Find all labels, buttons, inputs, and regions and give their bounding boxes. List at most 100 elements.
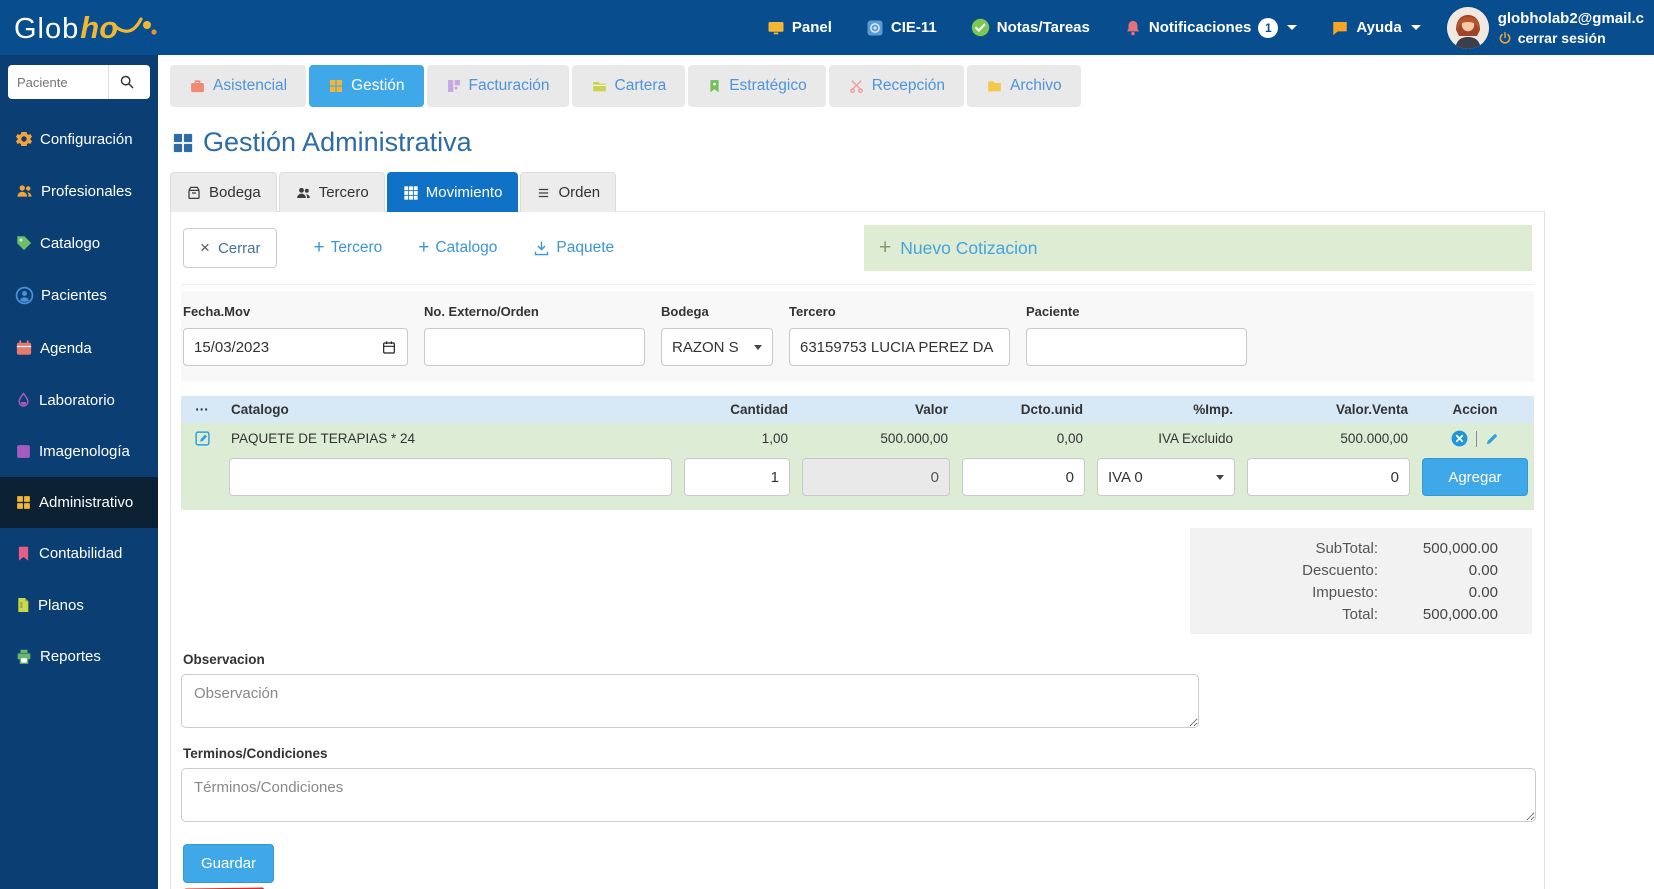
- new-valor-input: [802, 458, 950, 496]
- close-icon: ×: [200, 238, 210, 257]
- sidebar-item-contabilidad[interactable]: Contabilidad: [0, 528, 158, 579]
- tab-facturacion[interactable]: Facturación: [426, 65, 569, 107]
- sidebar-item-label: Laboratorio: [39, 391, 115, 409]
- no-externo-input[interactable]: [424, 328, 645, 366]
- bodega-select[interactable]: RAZON S: [661, 328, 773, 366]
- new-cantidad-input[interactable]: [684, 458, 790, 496]
- field-paciente: Paciente: [1026, 304, 1247, 366]
- sidebar-item-laboratorio[interactable]: Laboratorio: [0, 374, 158, 426]
- paciente-input[interactable]: [1026, 328, 1247, 366]
- sidebar-item-planos[interactable]: Planos: [0, 579, 158, 631]
- agregar-button[interactable]: Agregar: [1422, 458, 1528, 496]
- tab-cartera[interactable]: Cartera: [571, 65, 686, 107]
- sidebar-item-pacientes[interactable]: Pacientes: [0, 269, 158, 322]
- logout-button[interactable]: cerrar sesión: [1498, 30, 1644, 46]
- new-dcto-input[interactable]: [962, 458, 1085, 496]
- descuento-row: Descuento: 0.00: [1190, 559, 1532, 581]
- impuesto-value: 0.00: [1468, 583, 1498, 601]
- subtab-orden[interactable]: Orden: [520, 172, 617, 212]
- avatar-image: [1446, 6, 1489, 49]
- sidebar-item-imagenologia[interactable]: Imagenología: [0, 426, 158, 477]
- sidebar-item-label: Profesionales: [41, 182, 132, 200]
- tab-asistencial[interactable]: Asistencial: [170, 65, 307, 107]
- paquete-label: Paquete: [556, 239, 615, 256]
- terminos-textarea[interactable]: [181, 768, 1536, 822]
- folder-icon: [988, 81, 1001, 92]
- grid-icon: [17, 496, 30, 509]
- terminos-label: Terminos/Condiciones: [183, 746, 328, 761]
- image-square-icon: [17, 445, 30, 458]
- sidebar-item-label: Configuración: [40, 130, 133, 148]
- nav-notas-tareas[interactable]: Notas/Tareas: [971, 18, 1090, 37]
- subtab-tercero[interactable]: Tercero: [278, 172, 385, 212]
- sidebar-item-configuracion[interactable]: Configuración: [0, 113, 158, 165]
- nav-cie11-label: CIE-11: [890, 19, 937, 36]
- subtab-movimiento[interactable]: Movimiento: [386, 172, 519, 212]
- people-icon: [17, 185, 32, 197]
- nav-panel[interactable]: Panel: [767, 19, 832, 37]
- sidebar-item-catalogo[interactable]: Catalogo: [0, 217, 158, 269]
- separator: [1475, 430, 1477, 447]
- nav-notificaciones[interactable]: Notificaciones 1: [1124, 17, 1298, 38]
- list-lines-icon: [539, 188, 549, 197]
- new-catalogo-input[interactable]: [229, 458, 672, 496]
- wallet-folder-icon: [592, 82, 606, 92]
- sidebar: Configuración Profesionales Catalogo Pac…: [0, 55, 158, 889]
- user-menu[interactable]: globholab2@gmail.c cerrar sesión: [1446, 6, 1644, 49]
- reception-icon: [849, 80, 863, 94]
- avatar: [1446, 6, 1489, 49]
- table-row: PAQUETE DE TERAPIAS * 24 1,00 500.000,00…: [181, 423, 1534, 454]
- field-bodega: Bodega RAZON S: [661, 304, 773, 366]
- cerrar-label: Cerrar: [217, 239, 261, 257]
- subtotal-value: 500,000.00: [1422, 539, 1498, 557]
- sidebar-item-administrativo[interactable]: Administrativo: [0, 477, 158, 528]
- subtab-bodega[interactable]: Bodega: [170, 172, 277, 212]
- edit-pencil-icon[interactable]: [1484, 430, 1501, 447]
- observacion-textarea[interactable]: [181, 674, 1199, 728]
- tab-recepcion[interactable]: Recepción: [828, 65, 964, 107]
- cie11-icon: [867, 20, 883, 35]
- iva-selected-value: IVA 0: [1108, 468, 1143, 486]
- logo-swoosh-icon: [114, 16, 157, 35]
- logout-label: cerrar sesión: [1517, 29, 1606, 46]
- grid-icon: [330, 80, 343, 92]
- iva-select[interactable]: IVA 0: [1097, 458, 1235, 496]
- add-tercero-label: Tercero: [330, 239, 383, 256]
- main-content: Asistencial Gestión Facturación Cartera …: [158, 55, 1654, 889]
- search-button[interactable]: [108, 65, 144, 99]
- add-catalogo-link[interactable]: + Catalogo: [418, 237, 497, 259]
- nuevo-cotizacion-banner[interactable]: + Nuevo Cotizacion: [864, 225, 1532, 271]
- tab-archivo[interactable]: Archivo: [966, 65, 1081, 107]
- add-tercero-link[interactable]: + Tercero: [313, 237, 382, 259]
- bell-icon: [1126, 20, 1139, 35]
- tab-gestion[interactable]: Gestión: [309, 65, 424, 107]
- sidebar-item-agenda[interactable]: Agenda: [0, 322, 158, 374]
- patient-search-input[interactable]: [8, 74, 108, 90]
- subtab-label: Bodega: [209, 184, 261, 201]
- new-valor-venta-input[interactable]: [1247, 458, 1410, 496]
- paquete-link[interactable]: Paquete: [533, 239, 614, 257]
- calendar-picker-icon[interactable]: [381, 339, 397, 355]
- delete-row-icon[interactable]: [1450, 429, 1469, 448]
- edit-row-icon[interactable]: [194, 430, 211, 447]
- cerrar-button[interactable]: × Cerrar: [183, 228, 278, 268]
- tercero-input[interactable]: [789, 328, 1010, 366]
- calendar-icon: [16, 340, 32, 355]
- topnav-menu: Panel CIE-11 Notas/Tareas Notificaciones…: [767, 17, 1421, 38]
- plus-icon: +: [313, 237, 325, 258]
- chevron-down-icon: [1216, 474, 1224, 480]
- tab-estrategico[interactable]: Estratégico: [688, 65, 826, 107]
- sidebar-item-profesionales[interactable]: Profesionales: [0, 165, 158, 217]
- tab-label: Gestión: [351, 77, 405, 94]
- cell-dcto: 0,00: [1056, 431, 1083, 446]
- nav-ayuda[interactable]: Ayuda: [1331, 19, 1421, 37]
- subtab-label: Movimiento: [425, 184, 503, 201]
- sidebar-item-reportes[interactable]: Reportes: [0, 631, 158, 682]
- nav-cie11[interactable]: CIE-11: [866, 19, 937, 37]
- field-no-externo: No. Externo/Orden: [424, 304, 645, 366]
- fecha-mov-input[interactable]: 15/03/2023: [183, 328, 408, 366]
- col-valor: Valor: [914, 402, 948, 417]
- movement-form: Fecha.Mov 15/03/2023 No. Externo/Orden B…: [181, 291, 1534, 382]
- guardar-button[interactable]: Guardar: [183, 844, 275, 883]
- check-circle-icon: [971, 18, 989, 37]
